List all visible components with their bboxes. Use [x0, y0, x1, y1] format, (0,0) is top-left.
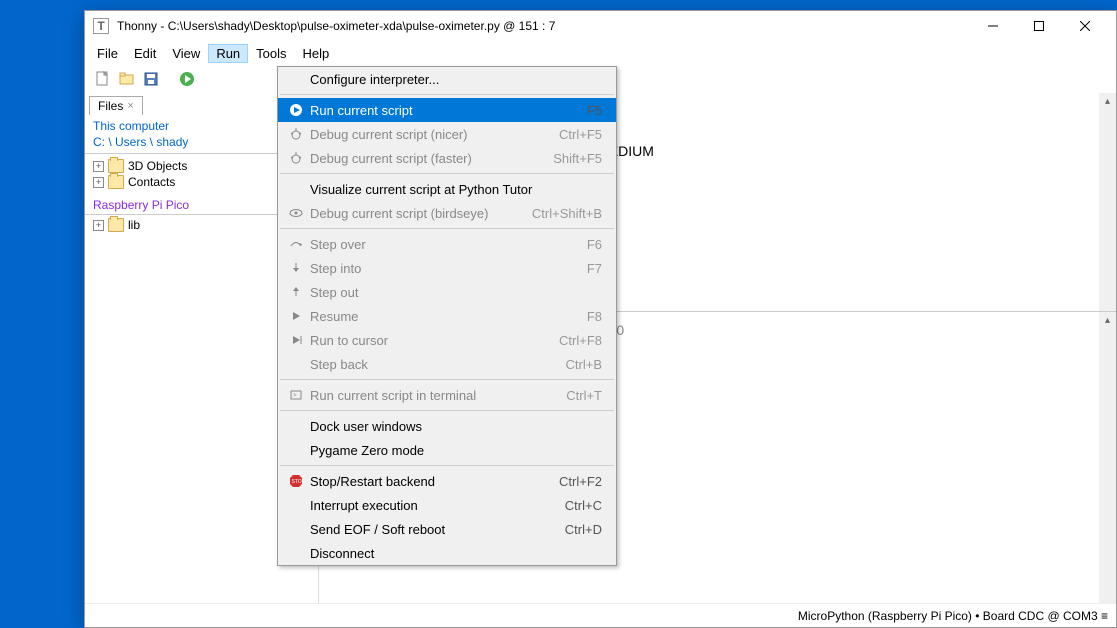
close-tab-icon[interactable]: ×: [127, 100, 133, 112]
scroll-up-icon[interactable]: ▴: [1099, 312, 1116, 329]
menu-item-pygame-zero-mode[interactable]: Pygame Zero mode: [278, 438, 616, 462]
status-text[interactable]: MicroPython (Raspberry Pi Pico) • Board …: [798, 609, 1108, 623]
menu-tools[interactable]: Tools: [248, 44, 294, 63]
folder-icon: [108, 159, 124, 173]
svg-text:>: >: [293, 393, 297, 399]
close-button[interactable]: [1062, 11, 1108, 41]
menu-help[interactable]: Help: [295, 44, 338, 63]
svg-text:STOP: STOP: [292, 479, 304, 485]
resume-icon: [286, 309, 306, 323]
menu-item-disconnect[interactable]: Disconnect: [278, 541, 616, 565]
menu-item-debug-current-script-birdseye: Debug current script (birdseye)Ctrl+Shif…: [278, 201, 616, 225]
run-button[interactable]: [177, 69, 197, 89]
expand-icon[interactable]: +: [93, 177, 104, 188]
window-title: Thonny - C:\Users\shady\Desktop\pulse-ox…: [117, 19, 970, 33]
eye-icon: [286, 206, 306, 220]
menu-item-stop-restart-backend[interactable]: STOPStop/Restart backendCtrl+F2: [278, 469, 616, 493]
titlebar[interactable]: T Thonny - C:\Users\shady\Desktop\pulse-…: [85, 11, 1116, 41]
menu-item-step-into: Step intoF7: [278, 256, 616, 280]
folder-icon: [108, 175, 124, 189]
menu-item-step-out: Step out: [278, 280, 616, 304]
shell-scrollbar[interactable]: ▴: [1099, 312, 1116, 627]
menu-item-run-to-cursor: Run to cursorCtrl+F8: [278, 328, 616, 352]
bug-icon: [286, 127, 306, 141]
menu-run[interactable]: Run: [208, 44, 248, 63]
menu-item-run-current-script-in-terminal: >Run current script in terminalCtrl+T: [278, 383, 616, 407]
run-menu-dropdown: Configure interpreter... Run current scri…: [277, 66, 617, 566]
step-out-icon: [286, 285, 306, 299]
app-window: T Thonny - C:\Users\shady\Desktop\pulse-…: [84, 10, 1117, 628]
open-file-button[interactable]: [117, 69, 137, 89]
step-into-icon: [286, 261, 306, 275]
menu-view[interactable]: View: [164, 44, 208, 63]
menu-item-debug-current-script-faster: Debug current script (faster)Shift+F5: [278, 146, 616, 170]
menu-item-dock-user-windows[interactable]: Dock user windows: [278, 414, 616, 438]
menu-item-resume: ResumeF8: [278, 304, 616, 328]
new-file-button[interactable]: [93, 69, 113, 89]
menu-edit[interactable]: Edit: [126, 44, 164, 63]
menu-item-step-back: Step backCtrl+B: [278, 352, 616, 376]
app-icon: T: [93, 18, 109, 34]
expand-icon[interactable]: +: [93, 220, 104, 231]
menu-file[interactable]: File: [89, 44, 126, 63]
menu-item-debug-current-script-nicer: Debug current script (nicer)Ctrl+F5: [278, 122, 616, 146]
save-file-button[interactable]: [141, 69, 161, 89]
menu-item-step-over: Step overF6: [278, 232, 616, 256]
statusbar[interactable]: MicroPython (Raspberry Pi Pico) • Board …: [85, 603, 1116, 627]
menu-item-send-eof-soft-reboot[interactable]: Send EOF / Soft rebootCtrl+D: [278, 517, 616, 541]
menu-item-run-current-script[interactable]: Run current scriptF5: [278, 98, 616, 122]
expand-icon[interactable]: +: [93, 161, 104, 172]
stop-icon: STOP: [286, 474, 306, 488]
menu-item-configure-interpreter[interactable]: Configure interpreter...: [278, 67, 616, 91]
menu-item-visualize-current-script-at-python-tutor[interactable]: Visualize current script at Python Tutor: [278, 177, 616, 201]
terminal-icon: >: [286, 388, 306, 402]
bug-fast-icon: [286, 151, 306, 165]
files-tab[interactable]: Files×: [89, 96, 143, 115]
scroll-up-icon[interactable]: ▴: [1099, 93, 1116, 110]
menubar: FileEditViewRunToolsHelp: [85, 41, 1116, 65]
maximize-button[interactable]: [1016, 11, 1062, 41]
minimize-button[interactable]: [970, 11, 1016, 41]
menu-item-interrupt-execution[interactable]: Interrupt executionCtrl+C: [278, 493, 616, 517]
folder-icon: [108, 218, 124, 232]
step-over-icon: [286, 237, 306, 251]
cursor-icon: [286, 333, 306, 347]
play-icon: [286, 103, 306, 117]
